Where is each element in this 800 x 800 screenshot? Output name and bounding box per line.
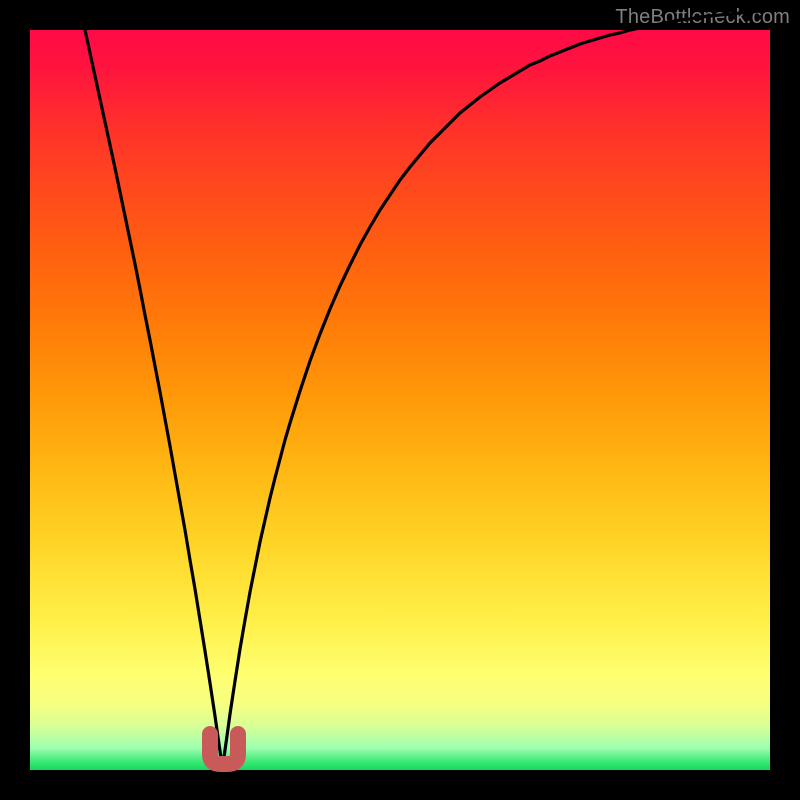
- chart-frame: TheBottleneck.com: [0, 0, 800, 800]
- bottleneck-curve: [85, 10, 770, 758]
- curve-svg: [30, 30, 770, 770]
- plot-area: [30, 30, 770, 770]
